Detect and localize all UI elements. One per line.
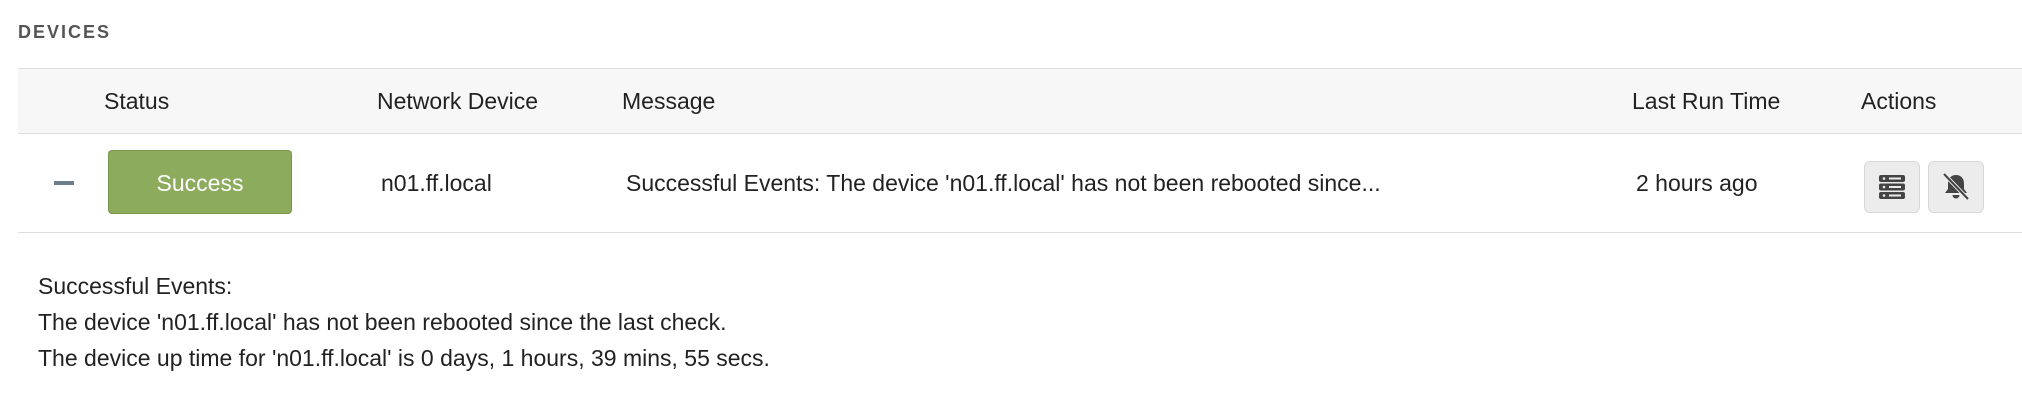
network-device-cell: n01.ff.local [381, 170, 492, 196]
column-header-network-device[interactable]: Network Device [377, 69, 538, 133]
devices-table: Status Network Device Message Last Run T… [18, 68, 2022, 233]
column-header-status[interactable]: Status [104, 69, 169, 133]
table-header: Status Network Device Message Last Run T… [18, 68, 2022, 134]
event-details: Successful Events: The device 'n01.ff.lo… [38, 268, 770, 376]
bell-off-icon [1942, 172, 1970, 201]
event-details-line: The device 'n01.ff.local' has not been r… [38, 309, 727, 335]
column-header-last-run-time[interactable]: Last Run Time [1632, 69, 1780, 133]
server-details-button[interactable] [1864, 161, 1920, 213]
collapse-row-icon[interactable] [54, 181, 74, 185]
column-header-message[interactable]: Message [622, 69, 715, 133]
mute-alerts-button[interactable] [1928, 161, 1984, 213]
column-header-actions: Actions [1861, 88, 1937, 114]
event-details-line: The device up time for 'n01.ff.local' is… [38, 345, 770, 371]
message-cell: Successful Events: The device 'n01.ff.lo… [626, 170, 1381, 196]
section-title: DEVICES [18, 22, 112, 42]
status-badge[interactable]: Success [108, 150, 292, 214]
table-row[interactable]: Success n01.ff.local Successful Events: … [18, 134, 2022, 233]
last-run-time-cell: 2 hours ago [1636, 170, 1758, 196]
server-icon [1879, 175, 1905, 199]
event-details-line: Successful Events: [38, 273, 233, 299]
